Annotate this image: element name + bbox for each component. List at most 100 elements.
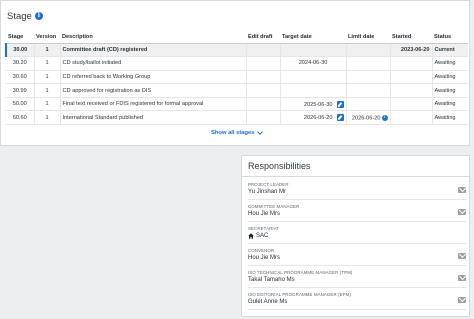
cell-started (390, 70, 433, 85)
edit-icon[interactable] (336, 100, 344, 108)
cell-status: Awaiting (432, 70, 468, 85)
chevron-down-icon (256, 128, 263, 135)
cell-target-date (280, 70, 347, 85)
table-row: 30.99 1 CD approved for registration as … (6, 83, 468, 98)
col-edit-draft: Edit draft (246, 32, 280, 44)
info-icon[interactable]: i (34, 12, 43, 20)
mail-icon[interactable] (458, 209, 466, 215)
resp-value: SAC (248, 233, 268, 239)
table-header-row: Stage Version Description Edit draft Tar… (6, 32, 468, 44)
resp-item-tpm: ISO Technical Programme Manager (TPM) Ta… (248, 268, 466, 288)
cell-stage: 60.60 (6, 110, 35, 126)
cell-version: 1 (34, 97, 61, 112)
cell-status: Awaiting (432, 56, 468, 71)
cell-limit-date (346, 56, 391, 71)
cell-status: Awaiting (432, 110, 468, 126)
cell-stage: 30.00 (5, 43, 35, 58)
cell-status: Current (432, 43, 468, 58)
divider (242, 176, 469, 177)
cell-version: 1 (34, 56, 61, 71)
responsibilities-title: Responsibilities (248, 161, 311, 171)
mail-icon[interactable] (458, 275, 466, 281)
cell-status: Awaiting (432, 83, 468, 98)
cell-stage: 30.99 (6, 83, 35, 98)
cell-started: 2023-06-20 (390, 43, 433, 58)
cell-version: 1 (34, 110, 61, 126)
stage-card: Stage i Stage Version Description Edit d… (0, 0, 470, 146)
stage-header: Stage i (7, 9, 43, 23)
cell-description: CD approved for registration as DIS (60, 83, 247, 98)
cell-description: CD referred back to Working Group (60, 70, 247, 85)
resp-label: Committee manager (248, 204, 300, 209)
resp-label: ISO Editorial Programme Manager (EPM) (248, 292, 351, 297)
cell-description: International Standard published (60, 110, 247, 126)
cell-limit-date (346, 83, 391, 98)
table-row: 30.00 1 Committee draft (CD) registered … (5, 43, 468, 58)
resp-item-project-leader: Project leader Yu Jinshan Mr (248, 180, 466, 200)
cell-version: 1 (34, 70, 61, 85)
col-target-date: Target date (280, 32, 346, 44)
resp-value: Hou Jie Mrs (248, 211, 281, 217)
mail-icon[interactable] (458, 297, 466, 303)
cell-limit-date: 2026-06-20 i (346, 110, 391, 126)
mail-icon[interactable] (458, 253, 466, 259)
resp-item-epm: ISO Editorial Programme Manager (EPM) Gu… (248, 290, 466, 310)
show-all-label: Show all stages (211, 130, 255, 136)
home-icon (248, 233, 254, 239)
resp-label: ISO Technical Programme Manager (TPM) (248, 270, 353, 275)
responsibilities-card: Responsibilities Project leader Yu Jinsh… (241, 155, 470, 317)
col-stage: Stage (6, 32, 34, 44)
cell-target-date: 2024-06-30 (280, 56, 347, 71)
table-row: 30.20 1 CD study/ballot initiated 2024-0… (6, 56, 468, 71)
cell-started (390, 97, 433, 112)
table-row: 60.60 1 International Standard published… (6, 110, 468, 126)
cell-description: Final text received or FDIS registered f… (60, 97, 247, 112)
cell-started (390, 110, 433, 126)
cell-status: Awaiting (432, 97, 468, 112)
col-started: Started (390, 32, 432, 44)
cell-edit-draft (246, 83, 281, 98)
col-status: Status (432, 32, 468, 44)
edit-icon[interactable] (336, 114, 344, 122)
cell-stage: 30.60 (6, 70, 35, 85)
mail-icon[interactable] (458, 187, 466, 193)
table-row: 30.60 1 CD referred back to Working Grou… (6, 70, 468, 85)
cell-target-date: 2026-06-20 (280, 110, 347, 126)
table-row: 50.00 1 Final text received or FDIS regi… (6, 97, 468, 112)
resp-value: Gulet Anne Ms (248, 299, 288, 305)
cell-version: 1 (34, 43, 61, 58)
cell-description: Committee draft (CD) registered (60, 43, 247, 58)
col-version: Version (34, 32, 60, 44)
resp-item-convenor: Convenor Hou Jie Mrs (248, 246, 466, 266)
cell-target-date (280, 43, 347, 58)
cell-edit-draft (246, 43, 281, 58)
info-icon[interactable]: i (381, 114, 388, 121)
cell-limit-date (346, 70, 391, 85)
cell-edit-draft (246, 110, 281, 126)
stage-title: Stage (7, 10, 32, 22)
cell-edit-draft (246, 70, 281, 85)
cell-target-date: 2025-06-30 (280, 97, 347, 112)
resp-item-secretariat: Secretariat SAC (248, 224, 466, 244)
show-all-stages-link[interactable]: Show all stages (211, 128, 263, 136)
cell-edit-draft (246, 97, 281, 112)
cell-description: CD study/ballot initiated (60, 56, 247, 71)
cell-limit-date (346, 97, 391, 112)
stage-table: Stage Version Description Edit draft Tar… (5, 32, 468, 126)
cell-limit-date (346, 43, 391, 58)
resp-value: Takal Tamaho Ms (248, 277, 295, 283)
cell-version: 1 (34, 83, 61, 98)
cell-stage: 50.00 (6, 97, 35, 112)
resp-value: Yu Jinshan Mr (248, 189, 287, 195)
resp-label: Project leader (248, 182, 289, 187)
cell-started (390, 56, 433, 71)
col-limit-date: Limit date (346, 32, 390, 44)
resp-value: Hou Jie Mrs (248, 255, 281, 261)
col-description: Description (60, 32, 246, 44)
cell-stage: 30.20 (6, 56, 35, 71)
cell-started (390, 83, 433, 98)
resp-label: Convenor (248, 248, 275, 253)
resp-label: Secretariat (248, 226, 280, 231)
cell-target-date (280, 83, 347, 98)
cell-edit-draft (246, 56, 281, 71)
